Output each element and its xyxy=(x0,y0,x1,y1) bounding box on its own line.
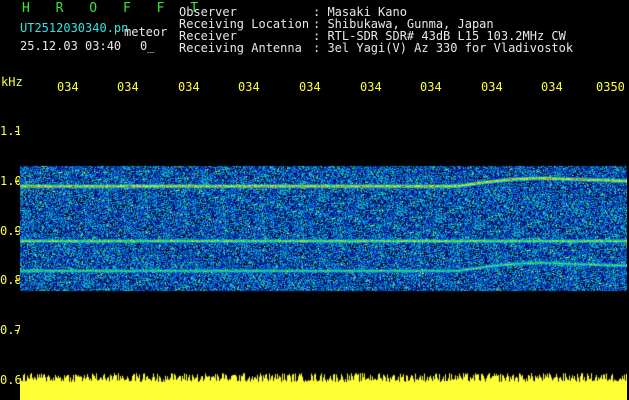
spectrogram-canvas xyxy=(20,98,627,370)
antenna-value: : 3el Yagi(V) Az 330 for Vladivostok xyxy=(313,41,574,55)
time-tick: 0350 xyxy=(596,80,625,94)
timestamp-label: 25.12.03 03:40 xyxy=(20,39,122,53)
filename-label: UT2512030340.pn xyxy=(20,21,129,35)
time-tick: 034 xyxy=(481,80,503,94)
time-tick: 034 xyxy=(57,80,79,94)
mode-label: meteor xyxy=(124,25,168,39)
counter-label: 0_ xyxy=(140,39,155,53)
antenna-label: Receiving Antenna xyxy=(179,41,302,55)
signal-level-canvas xyxy=(20,372,627,400)
freq-tick-mark xyxy=(15,231,19,232)
signal-level-strip xyxy=(20,372,627,400)
time-tick: 034 xyxy=(360,80,382,94)
freq-tick-mark xyxy=(15,181,19,182)
freq-tick-mark xyxy=(15,131,19,132)
freq-tick-mark xyxy=(15,330,19,331)
time-tick: 034 xyxy=(299,80,321,94)
time-tick: 034 xyxy=(420,80,442,94)
freq-tick: 0.6 xyxy=(0,373,22,387)
time-tick: 034 xyxy=(541,80,563,94)
time-tick: 034 xyxy=(117,80,139,94)
spectrogram-waterfall xyxy=(20,98,627,370)
freq-tick-mark xyxy=(15,280,19,281)
time-tick: 034 xyxy=(238,80,260,94)
axis-unit-label: kHz xyxy=(1,75,23,89)
time-tick: 034 xyxy=(178,80,200,94)
